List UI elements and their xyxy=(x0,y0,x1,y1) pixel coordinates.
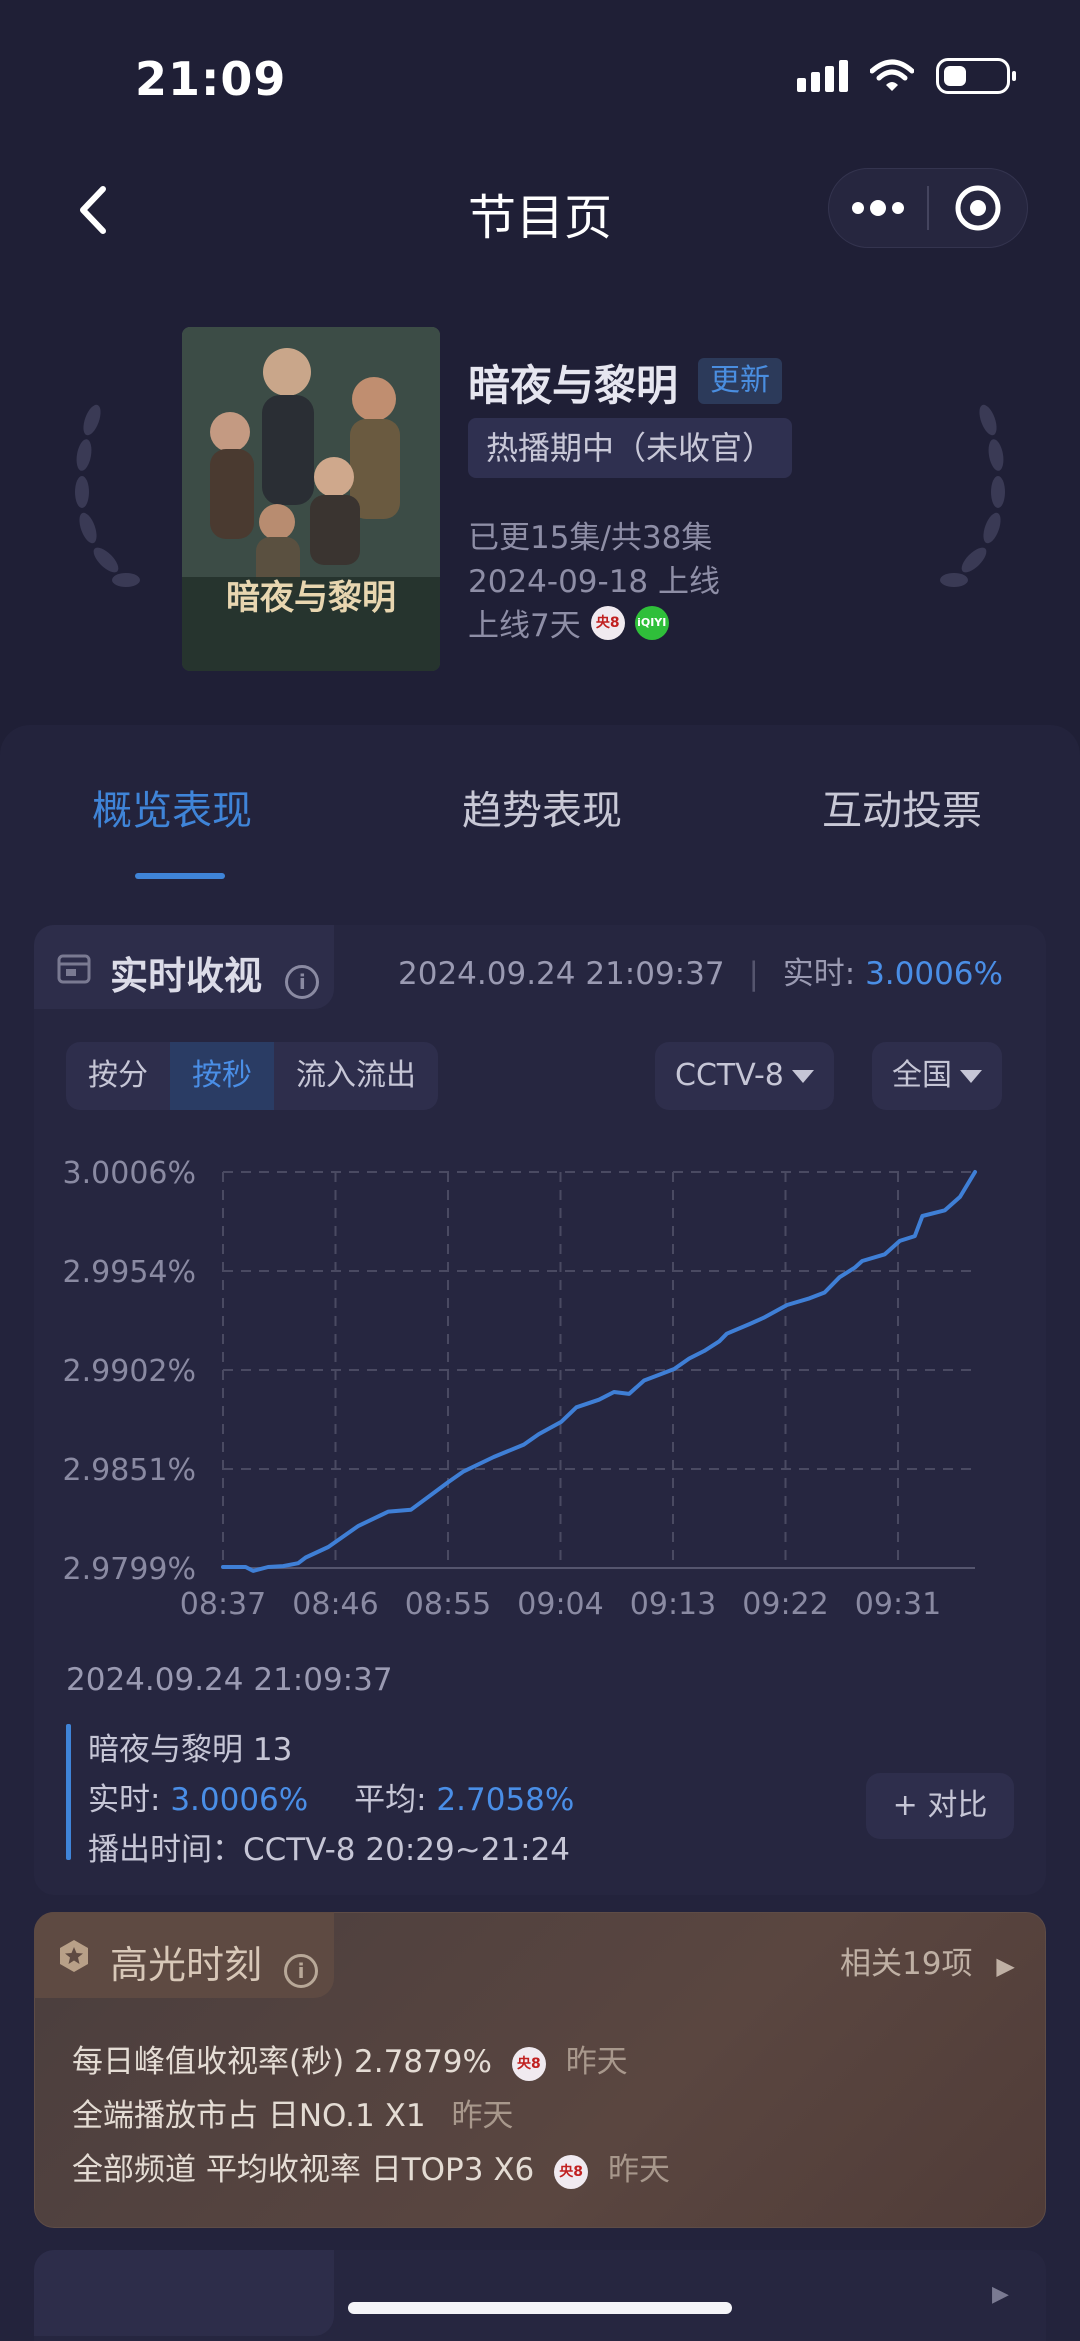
x-tick-label: 09:22 xyxy=(742,1587,828,1622)
tab-vote[interactable]: 互动投票 xyxy=(822,778,982,836)
caret-down-icon xyxy=(960,1070,982,1083)
segment-by-minute[interactable]: 按分 xyxy=(66,1042,170,1110)
tab-underline xyxy=(135,873,225,879)
tv-icon xyxy=(57,954,91,984)
caret-down-icon xyxy=(791,1070,814,1083)
poster-art: 暗夜与黎明 xyxy=(182,327,440,671)
next-card-tab xyxy=(34,2250,334,2336)
show-poster[interactable]: 暗夜与黎明 xyxy=(182,327,440,671)
detail-avg-label: 平均: xyxy=(354,1782,427,1818)
cctv8-logo-icon: 央8 xyxy=(590,605,625,640)
channel-dropdown-value: CCTV-8 xyxy=(675,1058,784,1093)
highlight-item: 全端播放市占 日NO.1 X1 昨天 xyxy=(72,2090,513,2135)
highlight-item: 每日峰值收视率(秒) 2.7879% 央8 昨天 xyxy=(72,2036,628,2081)
realtime-timestamp: 2024.09.24 21:09:37 xyxy=(398,956,725,992)
play-arrow-icon: ▶ xyxy=(996,1952,1015,1980)
highlight-item-when: 昨天 xyxy=(451,2098,514,2134)
airing-status-chip: 热播期中（未收官） xyxy=(468,418,793,478)
detail-accent-bar xyxy=(66,1724,71,1860)
region-dropdown-value: 全国 xyxy=(892,1058,952,1093)
tab-overview[interactable]: 概览表现 xyxy=(92,778,252,836)
highlight-item-when: 昨天 xyxy=(608,2152,670,2188)
highlight-more-label: 相关19项 xyxy=(840,1946,973,1982)
show-title: 暗夜与黎明 xyxy=(468,361,679,410)
cctv8-logo-icon: 央8 xyxy=(554,2154,589,2189)
detail-avg-value: 2.7058% xyxy=(436,1782,575,1818)
close-miniprogram-button[interactable] xyxy=(929,169,1027,247)
segment-by-second[interactable]: 按秒 xyxy=(170,1042,274,1110)
premiere-date: 2024-09-18 上线 xyxy=(468,564,721,600)
detail-realtime-label: 实时: xyxy=(88,1782,161,1818)
y-tick-label: 3.0006% xyxy=(63,1156,196,1191)
update-badge: 更新 xyxy=(698,358,782,404)
info-icon[interactable]: i xyxy=(285,965,320,999)
more-button[interactable] xyxy=(829,169,927,247)
x-tick-label: 08:55 xyxy=(405,1587,491,1622)
highlight-item-text: 全部频道 平均收视率 日TOP3 X6 xyxy=(72,2152,535,2188)
realtime-label: 实时: xyxy=(782,956,856,992)
x-tick-label: 08:37 xyxy=(180,1587,266,1622)
cctv8-logo-icon: 央8 xyxy=(511,2046,546,2081)
channel-dropdown[interactable]: CCTV-8 xyxy=(655,1042,834,1110)
episode-count: 已更15集/共38集 xyxy=(468,520,713,556)
more-dots-icon xyxy=(852,200,904,216)
realtime-title: 实时收视 xyxy=(110,954,263,998)
status-time: 21:09 xyxy=(135,52,287,106)
realtime-line-chart[interactable]: 3.0006% 2.9954% 2.9902% 2.9851% 2.9799%08:37… xyxy=(0,1120,1080,1640)
detail-date: 2024.09.24 21:09:37 xyxy=(66,1662,393,1698)
info-icon[interactable]: i xyxy=(284,1954,319,1988)
tab-trend[interactable]: 趋势表现 xyxy=(462,778,622,836)
laurel-left-icon xyxy=(75,404,140,587)
wifi-icon xyxy=(870,59,914,91)
region-dropdown[interactable]: 全国 xyxy=(872,1042,1002,1110)
detail-episode: 暗夜与黎明 13 xyxy=(88,1732,293,1768)
x-tick-label: 08:46 xyxy=(292,1587,378,1622)
highlight-item: 全部频道 平均收视率 日TOP3 X6 央8 昨天 xyxy=(72,2144,670,2189)
battery-icon xyxy=(936,58,1016,94)
highlight-item-when: 昨天 xyxy=(565,2044,628,2080)
y-tick-label: 2.9954% xyxy=(63,1255,196,1290)
realtime-value: 3.0006% xyxy=(865,956,1003,992)
target-icon xyxy=(955,185,1001,231)
x-tick-label: 09:31 xyxy=(855,1587,941,1622)
y-tick-label: 2.9902% xyxy=(63,1354,196,1389)
highlight-title: 高光时刻 xyxy=(110,1943,263,1987)
highlight-more-link[interactable]: 相关19项 ▶ xyxy=(840,1938,1015,1983)
status-icons xyxy=(797,58,1016,94)
mini-program-capsule xyxy=(828,168,1028,248)
x-tick-label: 09:13 xyxy=(630,1587,716,1622)
realtime-timestamp-line: 2024.09.24 21:09:37 | 实时: 3.0006% xyxy=(398,956,1003,992)
realtime-title-row: 实时收视 i xyxy=(110,945,320,1000)
detail-realtime-value: 3.0006% xyxy=(170,1782,309,1818)
highlight-title-row: 高光时刻 i xyxy=(110,1934,319,1989)
highlight-item-text: 全端播放市占 日NO.1 X1 xyxy=(72,2098,426,2134)
play-arrow-icon: ▶ xyxy=(992,2282,1009,2307)
laurel-right-icon xyxy=(940,404,1005,587)
x-tick-label: 09:04 xyxy=(517,1587,603,1622)
granularity-segmented-control: 按分 按秒 流入流出 xyxy=(66,1042,438,1110)
home-indicator xyxy=(348,2302,732,2314)
compare-button[interactable]: + 对比 xyxy=(866,1773,1014,1839)
segment-flow[interactable]: 流入流出 xyxy=(274,1042,438,1110)
detail-ratings: 实时: 3.0006% 平均: 2.7058% xyxy=(88,1774,574,1819)
star-badge-icon xyxy=(60,1940,88,1972)
y-tick-label: 2.9799% xyxy=(63,1552,196,1587)
highlight-item-text: 每日峰值收视率(秒) 2.7879% xyxy=(72,2044,492,2080)
signal-icon xyxy=(797,60,848,92)
poster-title: 暗夜与黎明 xyxy=(226,578,396,618)
days-online-row: 上线7天 央8 iQIYI xyxy=(468,600,669,645)
y-tick-label: 2.9851% xyxy=(63,1453,196,1488)
detail-airtime: 播出时间：CCTV-8 20:29~21:24 xyxy=(88,1832,571,1868)
days-online: 上线7天 xyxy=(468,608,581,644)
iqiyi-logo-icon: iQIYI xyxy=(634,605,669,640)
